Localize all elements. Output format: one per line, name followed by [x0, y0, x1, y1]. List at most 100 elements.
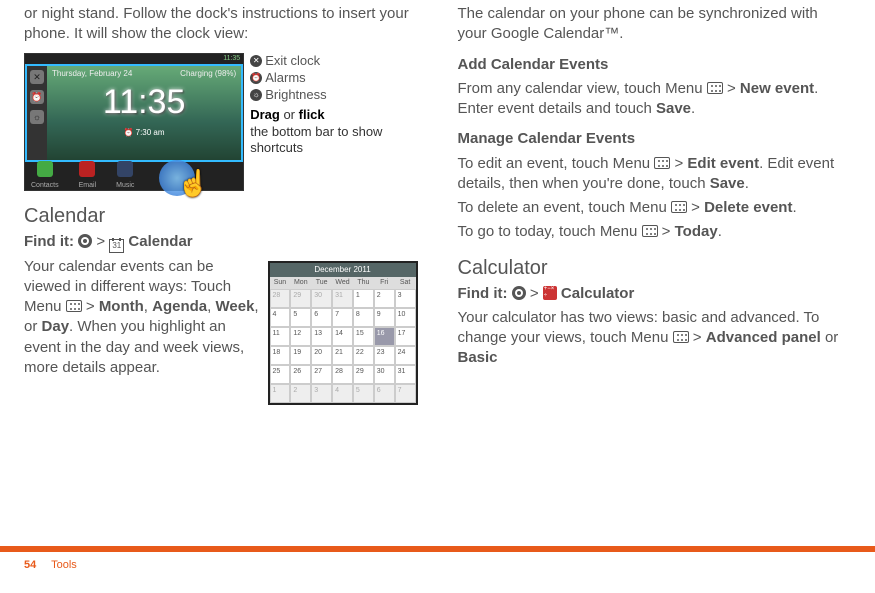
dow-cell: Thu — [353, 277, 374, 288]
calendar-day-cell: 30 — [311, 289, 332, 308]
launcher-icon — [78, 234, 92, 248]
footer-section: Tools — [51, 559, 77, 571]
menu-icon — [642, 225, 658, 237]
menu-icon — [654, 157, 670, 169]
calendar-day-cell: 16 — [374, 327, 395, 346]
calendar-month-header: December 2011 — [270, 263, 416, 278]
calendar-day-cell: 3 — [311, 384, 332, 403]
clock-screenshot: 11:35 ✕ ⏰ ☼ Thursday, February 24 Chargi… — [24, 53, 244, 191]
clock-legend: ✕Exit clock ⏰Alarms ☼Brightness Drag or … — [250, 53, 417, 157]
calendar-day-cell: 7 — [395, 384, 416, 403]
calendar-day-cell: 22 — [353, 346, 374, 365]
calendar-day-cell: 9 — [374, 308, 395, 327]
calculator-findit: Find it: > Calculator — [458, 284, 852, 304]
alarm-legend-label: Alarms — [265, 70, 305, 86]
alarm-legend-icon: ⏰ — [250, 72, 262, 84]
calendar-day-cell: 15 — [353, 327, 374, 346]
calendar-day-cell: 6 — [374, 384, 395, 403]
add-events-text: From any calendar view, touch Menu > New… — [458, 79, 852, 120]
shortcut-contacts[interactable]: Contacts — [31, 161, 59, 191]
calendar-day-cell: 18 — [270, 346, 291, 365]
drag-gesture-icon: ☝ — [159, 152, 213, 196]
sync-text: The calendar on your phone can be synchr… — [458, 4, 852, 45]
menu-icon — [66, 300, 82, 312]
dow-cell: Sun — [270, 277, 291, 288]
status-time: 11:35 — [223, 55, 240, 62]
calendar-findit: Find it: > 31 Calendar — [24, 232, 418, 253]
brightness-legend-label: Brightness — [265, 87, 326, 103]
calendar-day-cell: 25 — [270, 365, 291, 384]
calendar-day-cell: 28 — [332, 365, 353, 384]
calendar-grid: 2829303112345678910111213141516171819202… — [270, 289, 416, 403]
calendar-day-cell: 10 — [395, 308, 416, 327]
side-rail: ✕ ⏰ ☼ — [25, 64, 47, 162]
exit-clock-icon[interactable]: ✕ — [30, 70, 44, 84]
right-column: The calendar on your phone can be synchr… — [458, 0, 852, 409]
delete-event-text: To delete an event, touch Menu > Delete … — [458, 198, 852, 218]
calendar-app-icon: 31 — [109, 239, 124, 253]
calendar-day-cell: 23 — [374, 346, 395, 365]
calendar-day-cell: 20 — [311, 346, 332, 365]
calendar-day-cell: 28 — [270, 289, 291, 308]
clock-alarm: 7:30 am — [47, 128, 241, 139]
add-events-heading: Add Calendar Events — [458, 55, 852, 75]
manage-events-heading: Manage Calendar Events — [458, 129, 852, 149]
intro-text: or night stand. Follow the dock's instru… — [24, 4, 418, 45]
today-text: To go to today, touch Menu > Today. — [458, 222, 852, 242]
calendar-day-cell: 19 — [290, 346, 311, 365]
shortcut-music[interactable]: Music — [116, 161, 134, 191]
calendar-day-cell: 4 — [270, 308, 291, 327]
edit-event-text: To edit an event, touch Menu > Edit even… — [458, 154, 852, 195]
calendar-heading: Calendar — [24, 203, 418, 230]
calendar-day-cell: 27 — [311, 365, 332, 384]
left-column: or night stand. Follow the dock's instru… — [24, 0, 418, 409]
calendar-day-cell: 4 — [332, 384, 353, 403]
calendar-screenshot: December 2011 SunMonTueWedThuFriSat 2829… — [268, 261, 418, 405]
calculator-heading: Calculator — [458, 255, 852, 282]
clock-date: Thursday, February 24 — [52, 69, 132, 80]
page-footer: 54 Tools — [0, 546, 875, 573]
exit-legend-icon: ✕ — [250, 55, 262, 67]
brightness-icon[interactable]: ☼ — [30, 110, 44, 124]
calendar-day-cell: 2 — [374, 289, 395, 308]
alarms-icon[interactable]: ⏰ — [30, 90, 44, 104]
calendar-day-cell: 7 — [332, 308, 353, 327]
clock-figure-row: 11:35 ✕ ⏰ ☼ Thursday, February 24 Chargi… — [24, 53, 418, 191]
calendar-dow-row: SunMonTueWedThuFriSat — [270, 277, 416, 288]
drag-legend: Drag or flick the bottom bar to show sho… — [250, 107, 417, 156]
dow-cell: Sat — [395, 277, 416, 288]
status-bar: 11:35 — [25, 54, 243, 64]
dow-cell: Wed — [332, 277, 353, 288]
dow-cell: Mon — [290, 277, 311, 288]
calendar-day-cell: 5 — [290, 308, 311, 327]
dow-cell: Tue — [311, 277, 332, 288]
calendar-day-cell: 1 — [270, 384, 291, 403]
calendar-day-cell: 12 — [290, 327, 311, 346]
calendar-day-cell: 6 — [311, 308, 332, 327]
calendar-day-cell: 3 — [395, 289, 416, 308]
clock-main: Thursday, February 24 Charging (98%) 11:… — [47, 64, 243, 162]
launcher-icon — [512, 286, 526, 300]
calendar-day-cell: 29 — [290, 289, 311, 308]
shortcut-email[interactable]: Email — [79, 161, 97, 191]
calendar-day-cell: 26 — [290, 365, 311, 384]
menu-icon — [673, 331, 689, 343]
clock-charging: Charging (98%) — [180, 69, 236, 80]
calculator-app-icon — [543, 286, 557, 300]
calendar-day-cell: 30 — [374, 365, 395, 384]
menu-icon — [671, 201, 687, 213]
page-number: 54 — [24, 559, 36, 571]
exit-legend-label: Exit clock — [265, 53, 320, 69]
dow-cell: Fri — [374, 277, 395, 288]
clock-time: 11:35 — [47, 80, 241, 126]
calendar-day-cell: 11 — [270, 327, 291, 346]
shortcut-bar[interactable]: Contacts Email Music ☝ — [25, 162, 243, 190]
calendar-day-cell: 14 — [332, 327, 353, 346]
calendar-day-cell: 5 — [353, 384, 374, 403]
calendar-day-cell: 29 — [353, 365, 374, 384]
calculator-text: Your calculator has two views: basic and… — [458, 308, 852, 369]
calendar-day-cell: 1 — [353, 289, 374, 308]
calendar-day-cell: 2 — [290, 384, 311, 403]
calendar-day-cell: 24 — [395, 346, 416, 365]
calendar-day-cell: 21 — [332, 346, 353, 365]
